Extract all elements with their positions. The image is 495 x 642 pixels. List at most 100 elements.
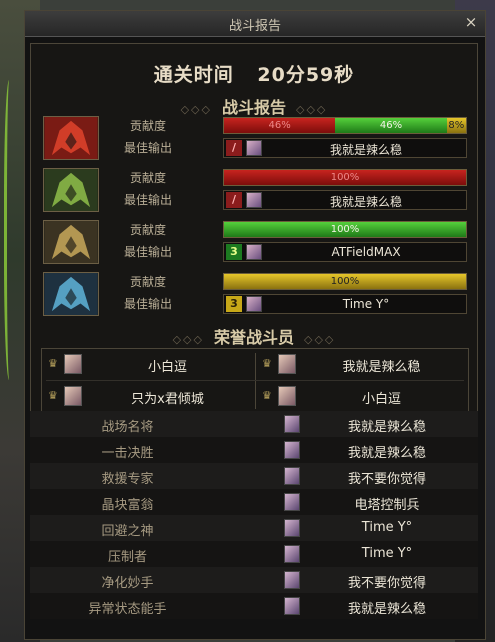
award-row[interactable]: 异常状态能手 我就是辣么稳 <box>30 593 478 619</box>
award-player-name: Time Y° <box>361 546 413 561</box>
crown-icon: ♛ <box>48 357 58 370</box>
best-output-label: 最佳输出 <box>123 193 172 207</box>
green-dragon-icon[interactable] <box>43 168 99 212</box>
close-icon[interactable]: × <box>463 13 479 31</box>
award-title: 救援专家 <box>101 472 154 487</box>
award-title: 回避之神 <box>101 524 154 539</box>
avatar <box>64 354 82 374</box>
honor-name: 我就是辣么稳 <box>342 360 421 375</box>
contribution-bar: 100% <box>223 221 467 238</box>
avatar <box>284 545 300 563</box>
best-output-label: 最佳输出 <box>123 297 172 311</box>
best-output[interactable]: / 我就是辣么稳 <box>223 190 467 210</box>
contribution-segment: 100% <box>224 170 466 185</box>
best-output-label: 最佳输出 <box>123 141 172 155</box>
contribution-bar: 100% <box>223 273 467 290</box>
contribution-segment: 100% <box>224 222 466 237</box>
gold-dragon-icon[interactable] <box>43 220 99 264</box>
best-output-label: 最佳输出 <box>123 245 172 259</box>
clear-time-label: 通关时间 <box>153 64 234 86</box>
battle-report-title: 战斗报告 <box>221 98 286 117</box>
avatar <box>284 467 300 485</box>
award-row[interactable]: 压制者 Time Y° <box>30 541 478 567</box>
crown-icon: ♛ <box>262 389 272 402</box>
award-player-name: 我不要你觉得 <box>347 576 426 591</box>
best-output-name: ATFieldMAX <box>331 245 401 259</box>
player-row: 贡献度 最佳输出 100% 3 Time Y° <box>43 272 467 318</box>
ornament-icon: ◇◇◇ <box>304 333 336 346</box>
contribution-label: 贡献度 <box>129 171 166 185</box>
clear-time: 通关时间 20分59秒 <box>31 60 477 87</box>
honor-member[interactable]: ♛ 小白逗 <box>256 381 469 412</box>
contribution-segment: 46% <box>335 118 447 133</box>
window-title: 战斗报告 <box>228 19 281 34</box>
ornament-icon: ◇◇◇ <box>180 103 212 116</box>
ornament-icon: ◇◇◇ <box>172 333 204 346</box>
best-output[interactable]: 3 ATFieldMAX <box>223 242 467 262</box>
player-row: 贡献度最佳输出 100% / 我就是辣么稳 <box>43 168 467 214</box>
report-panel: 通关时间 20分59秒 ◇◇◇ 战斗报告 ◇◇◇ 贡献度 最佳输出 46% 46% 8% / 我… <box>30 43 478 421</box>
red-dragon-icon[interactable] <box>43 116 99 160</box>
award-title: 净化妙手 <box>101 576 154 591</box>
award-player-name: 我就是辣么稳 <box>347 446 426 461</box>
avatar <box>284 415 300 433</box>
award-title: 异常状态能手 <box>88 602 167 617</box>
avatar <box>246 296 262 312</box>
title-bar[interactable]: 战斗报告 × <box>25 11 485 37</box>
honor-name: 只为x君倾城 <box>131 392 204 407</box>
award-player-name: 我就是辣么稳 <box>347 420 426 435</box>
contribution-segment: 100% <box>224 274 466 289</box>
best-output-name: Time Y° <box>342 297 390 311</box>
battle-report-heading: ◇◇◇ 战斗报告 ◇◇◇ <box>31 94 477 118</box>
rank-badge-icon: 3 <box>226 244 242 260</box>
contribution-bar: 46% 46% 8% <box>223 117 467 134</box>
honor-name: 小白逗 <box>147 360 187 375</box>
award-player-name: 电塔控制兵 <box>354 498 420 513</box>
best-output-name: 我就是辣么稳 <box>329 195 402 209</box>
honor-member[interactable]: ♛ 我就是辣么稳 <box>256 349 469 380</box>
award-player-name: Time Y° <box>361 520 413 535</box>
contribution-bar: 100% <box>223 169 467 186</box>
award-row[interactable]: 战场名将 我就是辣么稳 <box>30 411 478 437</box>
contribution-segment: 46% <box>224 118 336 133</box>
honor-name: 小白逗 <box>361 392 401 407</box>
honor-heading: ◇◇◇ 荣誉战斗员 ◇◇◇ <box>31 324 477 348</box>
rank-badge-icon: / <box>226 140 242 156</box>
best-output[interactable]: 3 Time Y° <box>223 294 467 314</box>
honor-member[interactable]: ♛ 小白逗 <box>42 349 255 380</box>
award-player-name: 我不要你觉得 <box>347 472 426 487</box>
blue-dragon-icon[interactable] <box>43 272 99 316</box>
award-player-name: 我就是辣么稳 <box>347 602 426 617</box>
avatar <box>284 493 300 511</box>
avatar <box>246 140 262 156</box>
award-row[interactable]: 一击决胜 我就是辣么稳 <box>30 437 478 463</box>
contribution-segment: 8% <box>446 118 466 133</box>
avatar <box>278 354 296 374</box>
honor-member[interactable]: ♛ 只为x君倾城 <box>42 381 255 412</box>
avatar <box>246 244 262 260</box>
crown-icon: ♛ <box>48 389 58 402</box>
battle-report-window: 战斗报告 × 通关时间 20分59秒 ◇◇◇ 战斗报告 ◇◇◇ 贡献度 最佳输出 46%… <box>24 10 486 640</box>
best-output[interactable]: / 我就是辣么稳 <box>223 138 467 158</box>
vine-decoration <box>4 80 17 380</box>
player-row: 贡献度 最佳输出 100% 3 ATFieldMAX <box>43 220 467 266</box>
avatar <box>284 519 300 537</box>
award-row[interactable]: 晶块富翁 电塔控制兵 <box>30 489 478 515</box>
clear-time-value: 20分59秒 <box>257 64 355 86</box>
award-title: 一击决胜 <box>101 446 154 461</box>
award-title: 晶块富翁 <box>101 498 154 513</box>
rank-badge-icon: 3 <box>226 296 242 312</box>
avatar <box>284 441 300 459</box>
best-output-name: 我就是辣么稳 <box>329 143 402 157</box>
avatar <box>278 386 296 406</box>
award-title: 压制者 <box>107 550 147 565</box>
award-row[interactable]: 净化妙手 我不要你觉得 <box>30 567 478 593</box>
honor-members: ♛ 小白逗 ♛ 我就是辣么稳 ♛ 只为x君倾城 ♛ 小白逗 <box>41 348 469 412</box>
award-row[interactable]: 回避之神 Time Y° <box>30 515 478 541</box>
avatar <box>246 192 262 208</box>
ornament-icon: ◇◇◇ <box>296 103 328 116</box>
award-title: 战场名将 <box>101 420 154 435</box>
award-row[interactable]: 救援专家 我不要你觉得 <box>30 463 478 489</box>
player-row: 贡献度 最佳输出 46% 46% 8% / 我就是辣么稳 <box>43 116 467 162</box>
avatar <box>284 597 300 615</box>
